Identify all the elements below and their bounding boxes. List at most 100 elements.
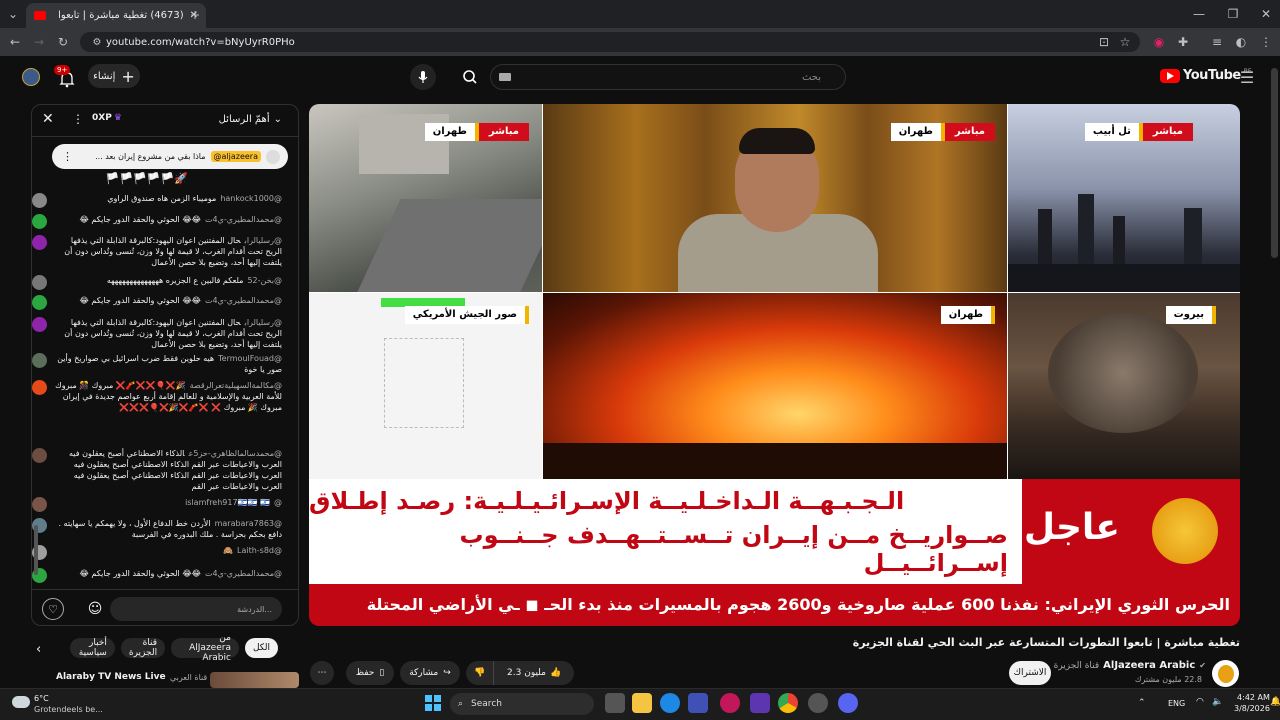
chat-avatar[interactable] — [32, 193, 47, 208]
file-explorer-icon[interactable] — [632, 693, 652, 713]
reload-icon[interactable]: ↻ — [52, 31, 74, 53]
reading-list-icon[interactable]: ≡ — [1206, 31, 1228, 53]
chat-username[interactable]: @marabara7863 — [215, 519, 282, 528]
rec-thumbnail[interactable] — [210, 672, 299, 688]
chat-message[interactable]: @TermoulFouadهيه حلوين فقط ضرب اسرائيل ب… — [32, 353, 298, 375]
chat-username[interactable]: @محمدالمطيري-ي4ت — [205, 569, 282, 578]
video-player[interactable]: مباشر طهران مباشر طهران مباشر تل أبيب صور ا… — [309, 104, 1240, 626]
chat-username[interactable]: @رسليالراب — [245, 236, 282, 245]
weather-text[interactable]: 6°C Grotendeels be... — [34, 693, 103, 715]
chat-avatar[interactable] — [32, 275, 47, 290]
close-window-icon[interactable]: ✕ — [1255, 3, 1277, 25]
chat-username[interactable]: @Laith-s8d — [237, 546, 282, 555]
chat-message[interactable]: @hankock1000موميباء الزمن هاه صندوق الرا… — [32, 193, 298, 208]
rec-title[interactable]: Alaraby TV News Live — [56, 672, 166, 682]
notification-center-icon[interactable]: 🔔 — [1270, 697, 1280, 707]
store-icon[interactable] — [688, 693, 708, 713]
back-icon[interactable]: ← — [4, 31, 26, 53]
extensions-puzzle-icon[interactable]: ✚ — [1172, 31, 1194, 53]
chat-username[interactable]: @محمدسالمالظاهري-حز5ع — [189, 449, 282, 458]
chip-politics[interactable]: أخبار سياسية — [70, 638, 115, 658]
edge-icon[interactable] — [660, 693, 680, 713]
clock[interactable]: 4:42 AM 3/8/2026 — [1234, 692, 1270, 714]
chat-message[interactable]: @marabara7863الأردن خط الدفاع الأول ، ول… — [32, 518, 298, 540]
page-scrollbar[interactable] — [1271, 68, 1278, 258]
profile-icon[interactable]: ◐ — [1230, 31, 1252, 53]
chat-message[interactable]: @بخن-52ملعكم فالبين ع الجزيره هههههههههه… — [32, 275, 298, 290]
chat-avatar[interactable] — [32, 353, 47, 368]
chips-prev-icon[interactable]: ‹ — [36, 642, 41, 657]
forward-icon[interactable]: → — [28, 31, 50, 53]
app-icon[interactable] — [808, 693, 828, 713]
chrome-icon[interactable] — [778, 693, 798, 713]
install-icon[interactable]: ⊡ — [1093, 31, 1115, 53]
chat-username[interactable]: @TermoulFouad — [218, 354, 282, 363]
voice-search-button[interactable] — [410, 64, 436, 90]
like-button[interactable]: 2.3 مليون 👍 — [494, 661, 574, 685]
bookmark-star-icon[interactable]: ☆ — [1114, 31, 1136, 53]
chat-username[interactable]: @محمدالمطيري-ي4ت — [205, 296, 282, 305]
save-button[interactable]: حفظ ▯ — [346, 661, 394, 685]
pinned-menu-icon[interactable]: ⋮ — [62, 150, 73, 163]
extension-icon[interactable]: ◉ — [1148, 31, 1170, 53]
weather-widget[interactable] — [12, 693, 30, 709]
volume-icon[interactable]: 🔈 — [1212, 697, 1223, 707]
create-button[interactable]: إنشاء + — [88, 64, 140, 88]
chip-aljazeera[interactable]: قناة الجزيرة — [120, 638, 166, 658]
chat-mode-dropdown[interactable]: أهمّ الرسائل ⌄ — [219, 114, 282, 125]
tab-list-icon[interactable]: ⌄ — [2, 3, 24, 25]
site-info-icon[interactable]: ⚙ — [86, 31, 108, 53]
chat-message[interactable]: @islamfreh917🇮🇱🇮🇱 🇮🇱 — [32, 497, 298, 512]
notifications-button[interactable]: 9+ — [54, 65, 78, 88]
chat-message[interactable]: @محمدالمطيري-ي4ت😂😂 الحوثي والحقد الدور ج… — [32, 214, 298, 229]
browser-menu-icon[interactable]: ⋮ — [1255, 31, 1277, 53]
channel-avatar[interactable] — [1212, 660, 1239, 687]
subscribe-button[interactable]: الاشتراك — [1009, 661, 1051, 685]
minimize-icon[interactable]: — — [1188, 3, 1210, 25]
chat-message[interactable]: @Laith-s8d 🙈 — [32, 545, 298, 560]
close-chat-icon[interactable]: ✕ — [42, 111, 54, 127]
pinned-message[interactable]: ⋮ ماذا بقي من مشروع إيران بعد ... @aljaz… — [52, 144, 288, 169]
chat-message[interactable]: @رسليالرابحال المفتنين اعوان اليهود:كالب… — [32, 317, 298, 350]
chat-message[interactable]: @محمدالمطيري-ي4ت😂😂 الحوثي والحقد الدور ج… — [32, 295, 298, 310]
chat-message[interactable]: @محمدسالمالظاهري-حز5عالذكاء الاصطناعي أص… — [32, 448, 298, 492]
chat-avatar[interactable] — [32, 214, 47, 229]
xp-badge[interactable]: 0XP ♛ — [92, 113, 122, 123]
chat-avatar[interactable] — [32, 448, 47, 463]
chip-all[interactable]: الكل — [244, 638, 278, 658]
chat-avatar[interactable] — [32, 235, 47, 250]
address-bar[interactable]: youtube.com/watch?v=bNyUyrR0PHo — [80, 32, 1140, 52]
search-input[interactable]: بحث — [490, 64, 846, 90]
account-avatar[interactable] — [22, 68, 40, 86]
app-icon[interactable] — [750, 693, 770, 713]
chat-username[interactable]: @محمدالمطيري-ي4ت — [205, 215, 282, 224]
browser-tab[interactable]: (4673) تغطية مباشرة | تابعوا ✕ — [26, 3, 206, 28]
chat-username[interactable]: @رسليالراب — [245, 318, 282, 327]
chat-avatar[interactable] — [32, 317, 47, 332]
channel-name-row[interactable]: قناة الجزيرة AlJazeera Arabic ✔ — [1054, 660, 1206, 671]
opera-icon[interactable] — [720, 693, 740, 713]
chat-message[interactable]: @مكالمةالسهيليةتعرالرقصة🎉❌🎈❌❌🧨❌ مبروك 🎊 … — [32, 380, 298, 413]
chat-username[interactable]: @مكالمةالسهيليةتعرالرقصة — [190, 381, 282, 390]
task-view-icon[interactable] — [605, 693, 625, 713]
tray-chevron-icon[interactable]: ⌃ — [1138, 698, 1146, 708]
chat-avatar[interactable] — [32, 497, 47, 512]
chat-message[interactable]: @محمدالمطيري-ي4ت😂😂 الحوثي والحقد الدور ج… — [32, 568, 298, 583]
chat-options-icon[interactable]: ⋮ — [72, 112, 84, 126]
hamburger-menu-icon[interactable]: ☰ — [1236, 66, 1258, 88]
discord-icon[interactable] — [838, 693, 858, 713]
chat-message[interactable]: @رسليالرابحال المفتنين اعوان اليهود:كالب… — [32, 235, 298, 268]
new-tab-icon[interactable]: + — [184, 4, 206, 26]
chat-input[interactable]: الدردشة... — [110, 597, 282, 621]
search-button[interactable] — [452, 64, 488, 90]
dislike-button[interactable]: 👎 — [466, 661, 495, 685]
more-actions-icon[interactable]: ⋯ — [310, 661, 334, 685]
keyboard-icon[interactable] — [499, 73, 511, 81]
wifi-icon[interactable]: ◠ — [1196, 697, 1204, 707]
chat-scrollbar[interactable] — [34, 525, 38, 575]
emoji-icon[interactable]: ☺ — [84, 598, 106, 620]
chip-from-channel[interactable]: من AlJazeera Arabic — [171, 633, 239, 663]
maximize-icon[interactable]: ❐ — [1222, 3, 1244, 25]
heart-icon[interactable]: ♡ — [42, 598, 64, 620]
chat-username[interactable]: @بخن-52 — [247, 276, 282, 285]
